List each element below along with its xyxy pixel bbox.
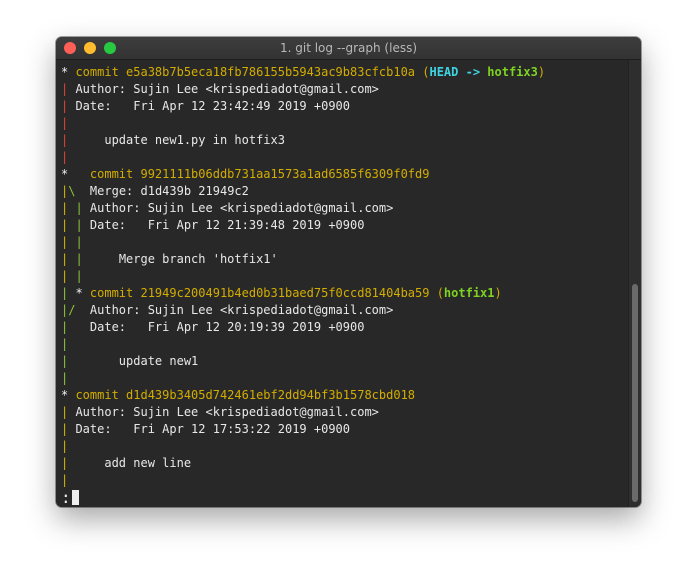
branch-ref: hotfix3 [487,65,538,79]
commit-label: commit [89,286,141,300]
author-line: | Author: Sujin Lee <krispediadot@gmail.… [61,81,629,98]
message-text: update new1.py in hotfix3 [104,133,285,147]
graph-node: * [61,65,76,79]
date-text: Date: Fri Apr 12 23:42:49 2019 +0900 [75,99,350,113]
graph-node: * [61,388,76,402]
merge-line: |\ Merge: d1d439b 21949c2 [61,183,629,200]
message-text: add new line [104,456,192,470]
author-text: Author: Sujin Lee <krispediadot@gmail.co… [89,201,394,215]
message-line: | | Merge branch 'hotfix1' [61,251,629,268]
graph-edge: | [75,235,83,249]
author-text: Author: Sujin Lee <krispediadot@gmail.co… [89,303,394,317]
commit-hash: d1d439b3405d742461ebf2dd94bf3b1578cbd018 [126,388,416,402]
graph-edge: | [61,439,69,453]
graph-edge: | [61,371,69,385]
graph-node: * [75,286,90,300]
head-ref: HEAD -> [429,65,488,79]
graph-edge: | [61,252,76,266]
graph-edge: | [75,218,90,232]
commit-label: commit [75,388,127,402]
message-text: Merge branch 'hotfix1' [118,252,278,266]
ref-open: ( [429,286,444,300]
graph-edge: | [61,354,119,368]
graph-edge: | [75,269,83,283]
graph-edge: | [61,405,76,419]
terminal-output[interactable]: * commit e5a38b7b5eca18fb786155b5943ac9b… [56,60,629,507]
date-line: | | Date: Fri Apr 12 21:39:48 2019 +0900 [61,217,629,234]
ref-close: ) [494,286,502,300]
graph-edge: | [61,320,90,334]
graph-edge: | [61,99,76,113]
blank-line: | [61,115,629,132]
graph-edge: | [61,473,69,487]
commit-hash: 21949c200491b4ed0b31baed75f0ccd81404ba59 [140,286,430,300]
date-line: | Date: Fri Apr 12 17:53:22 2019 +0900 [61,421,629,438]
ref-open: ( [415,65,430,79]
message-text: update new1 [118,354,199,368]
author-line: |/ Author: Sujin Lee <krispediadot@gmail… [61,302,629,319]
commit-line: * commit 9921111b06ddb731aa1573a1ad6585f… [61,166,629,183]
blank-line: | [61,336,629,353]
graph-edge: \ [68,184,90,198]
graph-node: * [61,167,90,181]
graph-edge: | [61,456,105,470]
blank-line: | [61,149,629,166]
terminal-window: 1. git log --graph (less) * commit e5a38… [56,37,641,507]
graph-edge: | [61,218,76,232]
graph-edge: |/ [61,303,90,317]
blank-line: | [61,370,629,387]
blank-line: | | [61,234,629,251]
author-text: Author: Sujin Lee <krispediadot@gmail.co… [75,82,379,96]
message-line: | update new1 [61,353,629,370]
blank-line: | | [61,268,629,285]
blank-line: | [61,472,629,489]
graph-edge: | [61,235,76,249]
commit-label: commit [75,65,127,79]
message-line: | add new line [61,455,629,472]
commit-line: * commit d1d439b3405d742461ebf2dd94bf3b1… [61,387,629,404]
graph-edge: | [61,82,76,96]
ref-close: ) [537,65,546,79]
graph-edge: | [61,337,69,351]
author-text: Author: Sujin Lee <krispediadot@gmail.co… [75,405,379,419]
graph-edge: | [75,252,119,266]
graph-edge: | [61,422,76,436]
merge-text: Merge: d1d439b 21949c2 [89,184,249,198]
graph-edge: | [61,201,76,215]
title-bar[interactable]: 1. git log --graph (less) [56,37,641,60]
author-line: | | Author: Sujin Lee <krispediadot@gmai… [61,200,629,217]
graph-edge: | [61,133,105,147]
graph-edge: | [75,201,90,215]
blank-line: | [61,438,629,455]
graph-edge: | [61,269,76,283]
commit-line: * commit e5a38b7b5eca18fb786155b5943ac9b… [61,64,629,81]
graph-edge: | [61,116,69,130]
date-text: Date: Fri Apr 12 20:19:39 2019 +0900 [89,320,365,334]
scrollbar-thumb[interactable] [632,284,638,502]
date-text: Date: Fri Apr 12 17:53:22 2019 +0900 [75,422,350,436]
pager-prompt[interactable]: : [61,488,629,507]
commit-hash: e5a38b7b5eca18fb786155b5943ac9b83cfcb10a [126,65,416,79]
graph-edge: | [61,286,76,300]
branch-ref: hotfix1 [443,286,495,300]
date-line: | Date: Fri Apr 12 20:19:39 2019 +0900 [61,319,629,336]
commit-label: commit [89,167,141,181]
message-line: | update new1.py in hotfix3 [61,132,629,149]
date-line: | Date: Fri Apr 12 23:42:49 2019 +0900 [61,98,629,115]
graph-edge: | [61,150,69,164]
author-line: | Author: Sujin Lee <krispediadot@gmail.… [61,404,629,421]
commit-hash: 9921111b06ddb731aa1573a1ad6585f6309f0fd9 [140,167,430,181]
window-title: 1. git log --graph (less) [279,41,418,55]
vertical-scrollbar[interactable] [628,60,641,507]
text-cursor [71,490,79,505]
commit-line: | * commit 21949c200491b4ed0b31baed75f0c… [61,285,629,302]
date-text: Date: Fri Apr 12 21:39:48 2019 +0900 [89,218,365,232]
prompt-symbol: : [61,488,71,507]
